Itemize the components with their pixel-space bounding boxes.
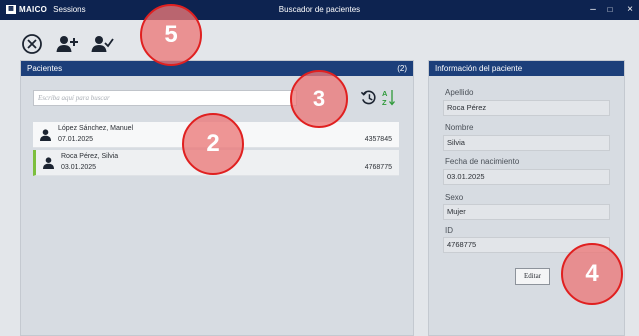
sex-field: Mujer [443,204,610,220]
id-label: ID [445,226,453,235]
birth-date-label: Fecha de nacimiento [445,157,520,166]
maximize-button[interactable]: □ [601,2,619,18]
sex-label: Sexo [445,193,464,202]
title-bar: ▩ MAICO Sessions Buscador de pacientes –… [0,0,639,20]
history-icon[interactable] [360,89,377,106]
patients-count: (2) [397,64,407,73]
callout-marker: 4 [561,243,623,305]
patients-panel-title: Pacientes [27,64,63,73]
sort-az-icon[interactable]: A Z [381,88,396,107]
add-user-icon[interactable] [55,32,79,56]
toolbar [0,20,639,60]
patients-panel-header: Pacientes (2) [21,61,413,76]
patient-date: 07.01.2025 [58,136,94,143]
patient-name: López Sánchez, Manuel [58,125,134,132]
callout-marker: 5 [140,4,202,66]
patient-info-title: Información del paciente [435,64,523,73]
close-window-button[interactable]: × [621,2,639,18]
surname-label: Apellido [445,88,474,97]
patients-panel: Pacientes (2) A Z López Sánchez, Manuel … [20,60,414,336]
minimize-button[interactable]: – [584,2,602,18]
search-input[interactable] [33,90,297,106]
callout-marker: 3 [290,70,348,128]
first-name-label: Nombre [445,123,474,132]
person-icon [43,157,54,169]
first-name-field: Silvia [443,135,610,151]
window-title: Buscador de pacientes [278,5,361,14]
patient-id: 4357845 [364,136,392,143]
surname-field: Roca Pérez [443,100,610,116]
close-circle-icon[interactable] [20,32,44,56]
svg-text:Z: Z [382,98,387,107]
edit-button[interactable]: Editar [515,268,550,285]
patient-name: Roca Pérez, Silvia [61,153,119,160]
confirm-user-icon[interactable] [90,32,114,56]
person-icon [40,129,51,141]
patient-info-header: Información del paciente [429,61,624,76]
patient-id: 4768775 [364,164,392,171]
birth-date-field: 03.01.2025 [443,169,610,185]
svg-text:A: A [382,89,388,98]
callout-marker: 2 [182,113,244,175]
patient-date: 03.01.2025 [61,164,97,171]
